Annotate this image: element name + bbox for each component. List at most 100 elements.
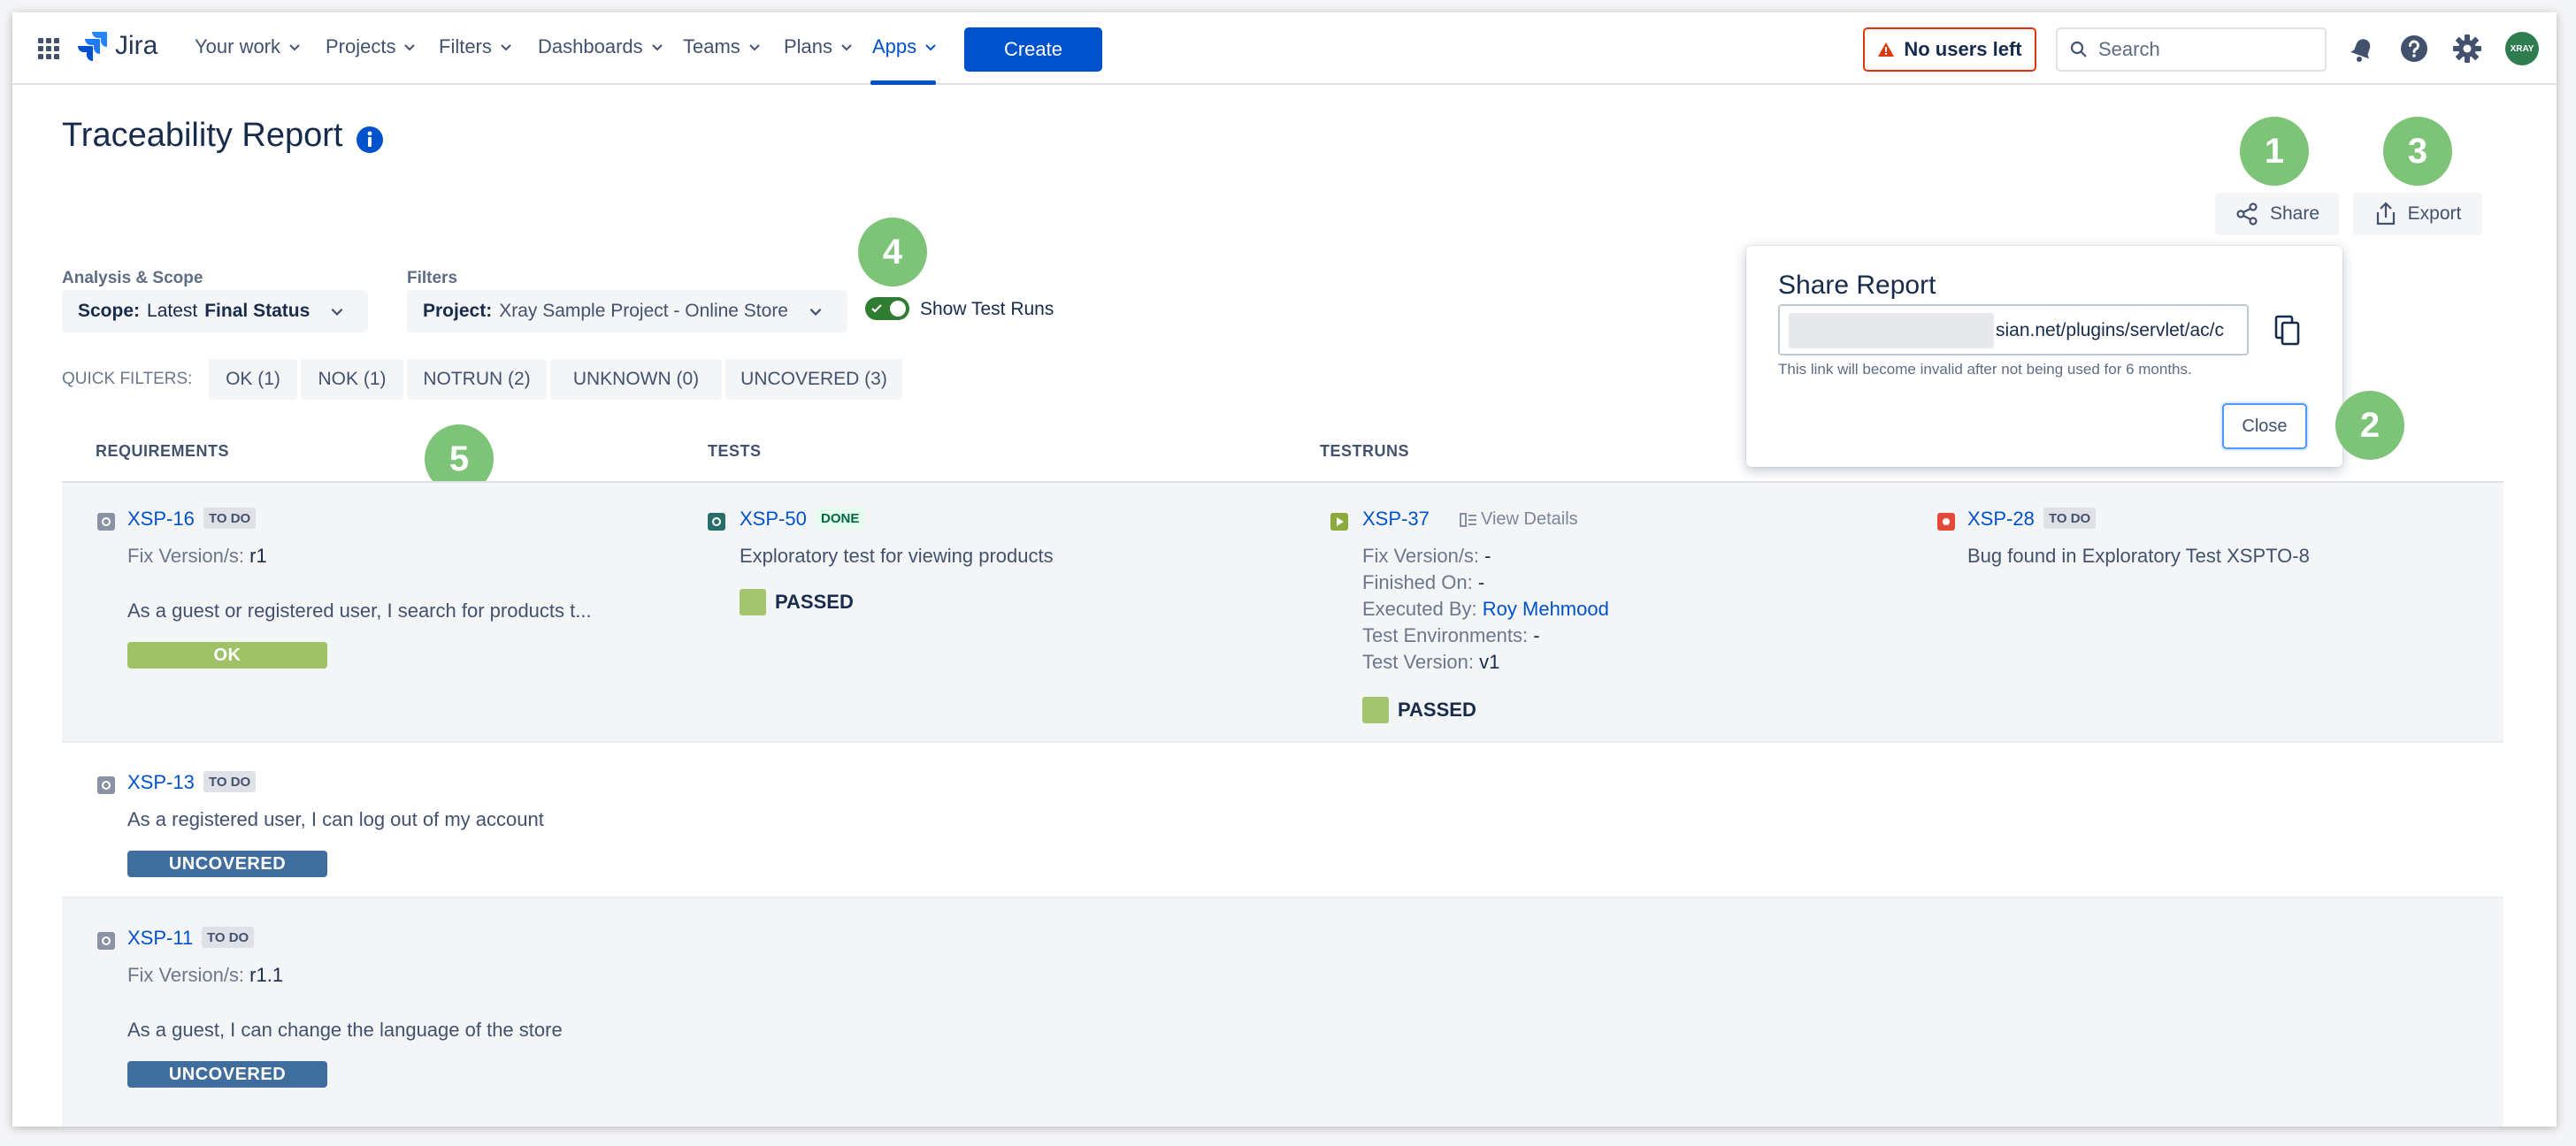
close-button[interactable]: Close — [2222, 403, 2307, 449]
chevron-down-icon — [331, 308, 343, 316]
help-icon[interactable] — [2399, 34, 2429, 64]
testrun-executed-by: Executed By: Roy Mehmood — [1362, 598, 1609, 621]
search-input[interactable] — [2098, 38, 2311, 61]
no-users-left-button[interactable]: No users left — [1863, 27, 2036, 72]
view-details-link[interactable]: View Details — [1460, 509, 1578, 530]
copy-icon[interactable] — [2273, 315, 2302, 347]
chevron-down-icon — [651, 44, 663, 51]
create-button[interactable]: Create — [964, 27, 1102, 72]
row-divider — [62, 741, 2503, 743]
quick-filter-ok[interactable]: OK (1) — [209, 359, 297, 400]
bug-icon — [1937, 513, 1955, 531]
field-label: Finished On: — [1362, 571, 1473, 593]
callout-number: 2 — [2359, 405, 2380, 445]
testrun-key-link[interactable]: XSP-37 — [1362, 508, 1430, 531]
chevron-down-icon — [809, 308, 822, 316]
executed-by-user-link[interactable]: Roy Mehmood — [1483, 598, 1609, 620]
fix-version-value: r1 — [249, 545, 267, 567]
field-value: v1 — [1479, 651, 1500, 673]
scope-bold-value: Final Status — [204, 301, 310, 321]
status-lozenge: TO DO — [203, 771, 257, 792]
testrun-finished-on: Finished On: - — [1362, 571, 1484, 594]
active-tab-indicator — [870, 80, 936, 85]
nav-label: Teams — [683, 35, 740, 57]
status-lozenge: DONE — [816, 508, 865, 529]
status-lozenge: TO DO — [203, 508, 257, 529]
quick-filter-unknown[interactable]: UNKNOWN (0) — [550, 359, 722, 400]
fix-version-label: Fix Version/s: — [127, 545, 245, 567]
analysis-scope-label: Analysis & Scope — [62, 269, 203, 287]
field-value: - — [1533, 624, 1540, 646]
avatar[interactable]: XRAY — [2505, 32, 2539, 65]
nav-dashboards[interactable]: Dashboards — [538, 35, 664, 58]
share-url-field[interactable]: sian.net/plugins/servlet/ac/c — [1778, 304, 2249, 355]
share-label: Share — [2269, 203, 2320, 224]
export-button[interactable]: Export — [2353, 193, 2482, 235]
nav-apps[interactable]: Apps — [872, 35, 938, 58]
quick-filter-uncovered[interactable]: UNCOVERED (3) — [725, 359, 902, 400]
testrun-result: PASSED — [1362, 697, 1476, 723]
column-header-tests: TESTS — [708, 442, 762, 460]
requirement-key-link[interactable]: XSP-11 — [127, 927, 193, 950]
field-label: Test Environments: — [1362, 624, 1529, 646]
nav-filters[interactable]: Filters — [439, 35, 513, 58]
info-icon[interactable] — [356, 126, 384, 154]
show-test-runs-toggle[interactable] — [865, 297, 909, 320]
story-icon — [97, 513, 115, 531]
nav-your-work[interactable]: Your work — [195, 35, 302, 58]
share-button[interactable]: Share — [2215, 193, 2339, 235]
callout-2: 2 — [2335, 391, 2404, 460]
notifications-icon[interactable] — [2348, 35, 2376, 64]
list-icon — [1460, 512, 1476, 527]
share-url-text: sian.net/plugins/servlet/ac/c — [1996, 320, 2224, 340]
chevron-down-icon — [289, 44, 300, 51]
coverage-status-uncovered: UNCOVERED — [127, 1061, 327, 1088]
coverage-status-uncovered: UNCOVERED — [127, 851, 327, 877]
settings-gear-icon[interactable] — [2452, 34, 2482, 64]
chevron-down-icon — [501, 44, 511, 51]
chevron-down-icon — [749, 44, 760, 51]
callout-number: 4 — [882, 232, 903, 271]
result-label: PASSED — [775, 591, 854, 613]
nav-label: Dashboards — [538, 35, 643, 57]
jira-logo-text: Jira — [115, 31, 158, 60]
quick-filter-notrun[interactable]: NOTRUN (2) — [407, 359, 547, 400]
field-label: Fix Version/s: — [1362, 545, 1480, 567]
jira-logo-icon — [78, 32, 107, 61]
nav-teams[interactable]: Teams — [683, 35, 762, 58]
requirement-key-link[interactable]: XSP-13 — [127, 771, 195, 794]
column-header-requirements: REQUIREMENTS — [96, 442, 230, 460]
requirement-key-link[interactable]: XSP-16 — [127, 508, 195, 531]
field-label: Executed By: — [1362, 598, 1477, 620]
nav-label: Your work — [195, 35, 281, 57]
story-icon — [97, 776, 115, 794]
quick-filter-nok[interactable]: NOK (1) — [301, 359, 403, 400]
test-result: PASSED — [740, 589, 854, 615]
test-execution-icon — [1330, 513, 1348, 531]
app-switcher-icon[interactable] — [37, 37, 60, 60]
share-popup-title: Share Report — [1778, 271, 1936, 300]
nav-plans[interactable]: Plans — [784, 35, 854, 58]
nav-label: Filters — [439, 35, 492, 57]
nav-projects[interactable]: Projects — [326, 35, 417, 58]
search-box[interactable] — [2056, 27, 2327, 72]
app-window: Jira Your work Projects Filters Dashboar… — [12, 12, 2557, 1127]
search-icon — [2070, 41, 2087, 57]
fix-version-value: r1.1 — [249, 964, 284, 986]
scope-value: Latest — [147, 301, 198, 321]
jira-logo[interactable]: Jira — [78, 30, 157, 62]
requirement-summary: As a guest or registered user, I search … — [127, 600, 592, 622]
field-label: Test Version: — [1362, 651, 1474, 673]
scope-dropdown[interactable]: Scope: Latest Final Status — [62, 290, 368, 332]
column-header-testruns: TESTRUNS — [1320, 442, 1410, 460]
callout-3: 3 — [2383, 117, 2452, 186]
fix-version: Fix Version/s: r1 — [127, 545, 267, 568]
bug-key-link[interactable]: XSP-28 — [1967, 508, 2035, 531]
callout-4: 4 — [858, 218, 927, 286]
testrun-environments: Test Environments: - — [1362, 624, 1540, 647]
scope-prefix: Scope: — [78, 301, 141, 321]
test-key-link[interactable]: XSP-50 — [740, 508, 807, 531]
requirement-summary: As a registered user, I can log out of m… — [127, 808, 544, 830]
project-dropdown[interactable]: Project: Xray Sample Project - Online St… — [407, 290, 847, 332]
requirement-summary: As a guest, I can change the language of… — [127, 1019, 563, 1041]
